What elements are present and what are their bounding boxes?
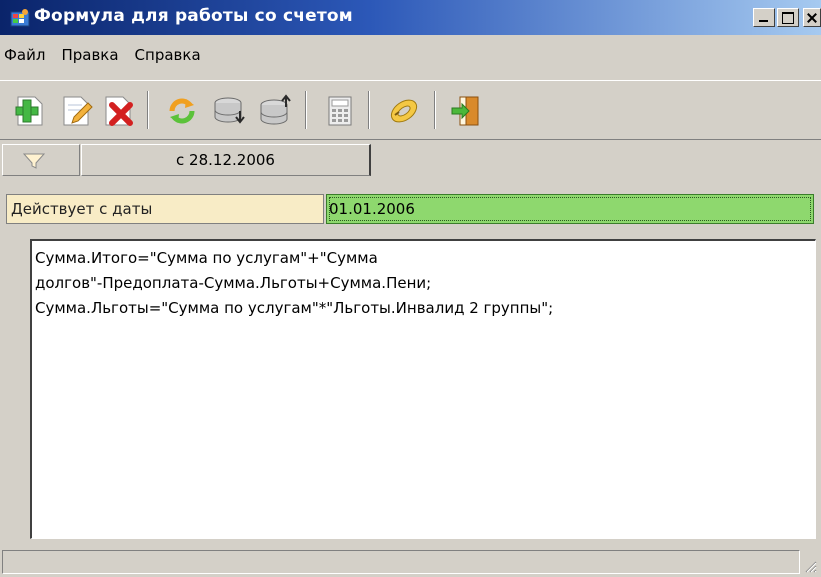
formula-line: Сумма.Итого="Сумма по услугам"+"Сумма [35, 249, 378, 267]
formula-line: долгов"-Предоплата-Сумма.Льготы+Сумма.Пе… [35, 274, 432, 292]
effective-date-value: 01.01.2006 [329, 200, 415, 218]
window-title: Формула для работы со счетом [34, 6, 353, 26]
status-bar [2, 548, 819, 575]
formula-window: Формула для работы со счетом Файл Правка… [0, 0, 821, 577]
refresh-icon[interactable] [164, 93, 200, 129]
toolbar-separator [147, 91, 149, 129]
toolbar [0, 80, 821, 140]
minimize-button[interactable] [753, 8, 775, 27]
menu-file[interactable]: Файл [0, 46, 53, 64]
exit-icon[interactable] [448, 93, 484, 129]
toolbar-separator [434, 91, 436, 129]
menu-bar: Файл Правка Справка [0, 40, 821, 70]
effective-date-row: Действует с даты 01.01.2006 [2, 194, 819, 224]
status-panel [2, 550, 800, 574]
resize-grip-icon[interactable] [803, 559, 817, 573]
filter-button[interactable] [2, 144, 80, 176]
edit-icon[interactable] [58, 93, 94, 129]
filter-bar: с 28.12.2006 [0, 142, 821, 180]
calculator-icon[interactable] [322, 93, 358, 129]
toolbar-separator [305, 91, 307, 129]
close-button[interactable] [803, 8, 821, 27]
formula-textarea[interactable]: Сумма.Итого="Сумма по услугам"+"Сумма до… [30, 239, 816, 539]
effective-date-field[interactable]: 01.01.2006 [326, 194, 814, 224]
formula-line: Сумма.Льготы="Сумма по услугам"*"Льготы.… [35, 299, 554, 317]
db-down-icon[interactable] [212, 93, 248, 129]
add-icon[interactable] [12, 93, 48, 129]
db-up-icon[interactable] [258, 93, 294, 129]
filter-icon [23, 153, 45, 169]
maximize-button[interactable] [777, 8, 799, 27]
menu-help[interactable]: Справка [127, 46, 209, 64]
date-tab[interactable]: с 28.12.2006 [81, 144, 371, 176]
menu-edit[interactable]: Правка [53, 46, 126, 64]
link-icon[interactable] [386, 93, 422, 129]
effective-date-label: Действует с даты [6, 194, 324, 224]
title-bar[interactable]: Формула для работы со счетом [0, 0, 821, 35]
toolbar-separator [368, 91, 370, 129]
app-icon [10, 9, 30, 27]
delete-icon[interactable] [100, 93, 136, 129]
